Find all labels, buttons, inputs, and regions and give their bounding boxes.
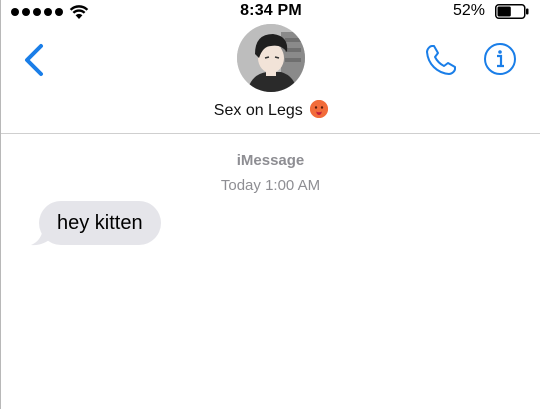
service-label: iMessage: [236, 152, 305, 169]
info-button[interactable]: [483, 42, 517, 76]
back-button[interactable]: [21, 42, 47, 78]
contact-name[interactable]: Sex on Legs: [1, 100, 540, 120]
chevron-left-icon: [25, 44, 43, 76]
status-bar: 8:34 PM 52%: [1, 0, 540, 24]
avatar-illustration: [237, 24, 305, 92]
message-text: hey kitten: [57, 212, 143, 234]
conversation-header: Sex on Legs: [1, 24, 540, 134]
phone-button[interactable]: [423, 42, 459, 78]
message-timestamp: Today 1:00 AM: [220, 177, 321, 194]
messages-screen: 8:34 PM 52% Sex on Legs iMessage Today 1…: [0, 0, 540, 409]
battery-icon: [495, 4, 529, 19]
incoming-message-bubble[interactable]: hey kitten: [39, 201, 161, 245]
contact-name-text: Sex on Legs: [213, 102, 303, 119]
contact-avatar[interactable]: [237, 24, 305, 92]
hot-face-emoji-icon: [310, 100, 329, 118]
phone-icon: [426, 45, 456, 75]
battery-percentage: 52%: [452, 2, 485, 19]
